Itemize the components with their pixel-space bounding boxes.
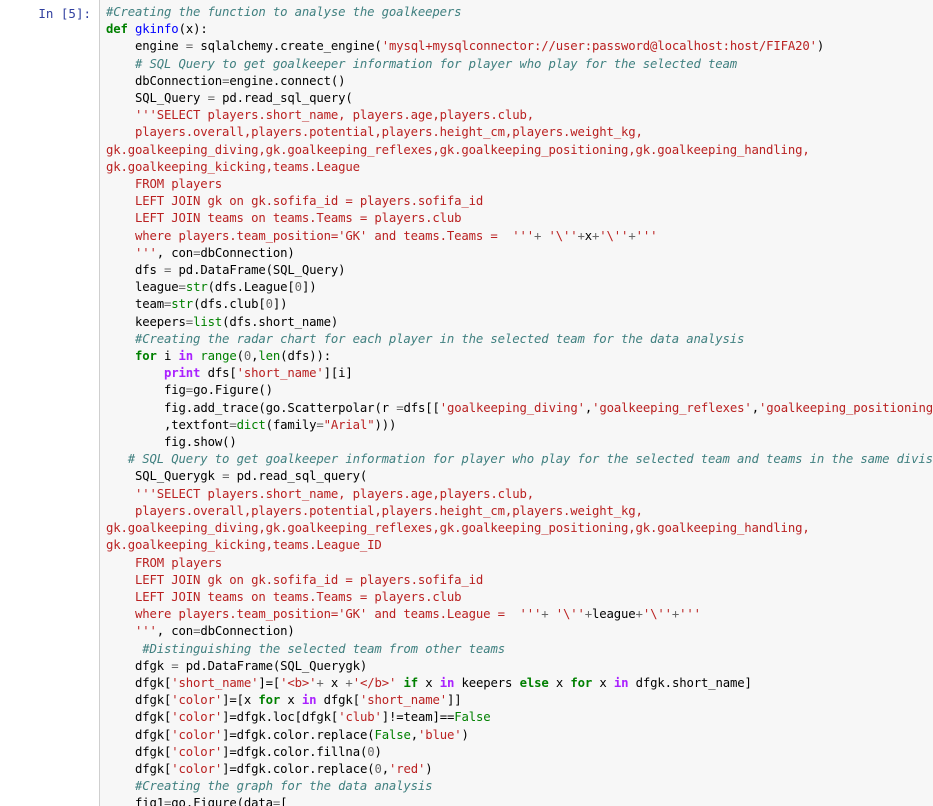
code-input-area[interactable]: #Creating the function to analyse the go… (99, 0, 933, 806)
code-scroll-region[interactable]: #Creating the function to analyse the go… (100, 0, 933, 806)
cell-prompt-gutter: In [5]: (0, 0, 99, 23)
source-code[interactable]: #Creating the function to analyse the go… (106, 4, 933, 806)
code-cell[interactable]: In [5]: #Creating the function to analys… (0, 0, 933, 806)
notebook-container: In [5]: #Creating the function to analys… (0, 0, 933, 806)
execution-count-prompt: In [5]: (38, 6, 91, 21)
